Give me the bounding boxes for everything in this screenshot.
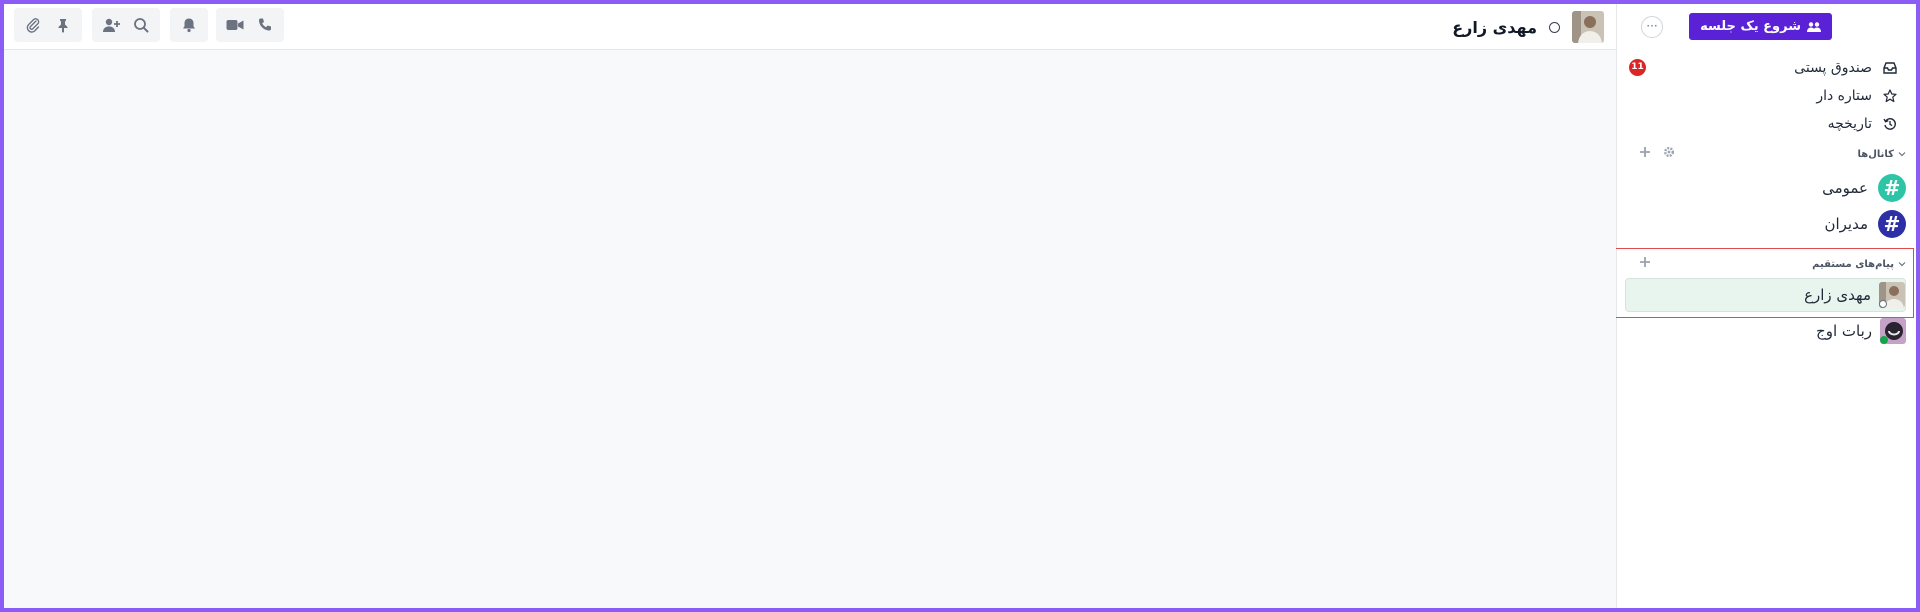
avatar xyxy=(1879,282,1905,308)
header-title-area: مهدی زارع xyxy=(1452,11,1604,43)
dm-item-mahdi[interactable]: مهدی زارع xyxy=(1625,278,1906,312)
header-tools-group-1 xyxy=(14,8,82,42)
dm-label: ربات اوج xyxy=(1816,322,1872,340)
sidebar-item-history[interactable]: تاریخچه xyxy=(1627,111,1906,137)
people-icon xyxy=(1807,21,1821,33)
pin-icon[interactable] xyxy=(50,12,76,38)
presence-online-icon xyxy=(1880,336,1888,344)
channel-item-admins[interactable]: # مدیران xyxy=(1627,208,1906,240)
dms-heading: پیام‌های مستقیم xyxy=(1812,258,1894,270)
phone-icon[interactable] xyxy=(252,12,278,38)
channel-item-general[interactable]: # عمومی xyxy=(1627,172,1906,204)
header-tools-group-4 xyxy=(216,8,284,42)
start-session-button[interactable]: شروع یک جلسه xyxy=(1689,13,1832,40)
hash-icon: # xyxy=(1878,174,1906,202)
video-call-icon[interactable] xyxy=(222,12,248,38)
header-tools-group-3 xyxy=(170,8,208,42)
page-title: مهدی زارع xyxy=(1452,17,1537,37)
unread-badge: 11 xyxy=(1629,59,1646,76)
chevron-down-icon xyxy=(1898,151,1906,157)
more-options-button[interactable]: ··· xyxy=(1641,16,1663,38)
app-window: مهدی زارع شروع یک جلسه ··· صندوق پستی 11 xyxy=(4,4,1916,608)
channel-label: عمومی xyxy=(1822,179,1868,197)
status-indicator xyxy=(1549,21,1560,33)
dm-item-bot[interactable]: ربات اوج xyxy=(1625,314,1906,348)
sidebar-top: شروع یک جلسه ··· xyxy=(1627,10,1902,40)
sidebar-item-label: صندوق پستی xyxy=(1794,60,1872,76)
search-icon[interactable] xyxy=(128,12,154,38)
add-dm-icon[interactable] xyxy=(1639,256,1651,268)
sidebar-item-inbox[interactable]: صندوق پستی 11 xyxy=(1627,55,1906,81)
message-area xyxy=(4,51,1616,608)
star-icon xyxy=(1882,88,1898,104)
channels-section-header[interactable]: کانال‌ها xyxy=(1627,144,1906,164)
hash-icon: # xyxy=(1878,210,1906,238)
add-user-icon[interactable] xyxy=(98,12,124,38)
presence-offline-icon xyxy=(1879,300,1887,308)
bell-icon[interactable] xyxy=(176,12,202,38)
sidebar-item-label: ستاره دار xyxy=(1816,88,1872,104)
channels-heading: کانال‌ها xyxy=(1857,148,1894,160)
attachment-icon[interactable] xyxy=(20,12,46,38)
sidebar-item-starred[interactable]: ستاره دار xyxy=(1627,83,1906,109)
channels-tools xyxy=(1639,146,1675,158)
dms-section-header[interactable]: پیام‌های مستقیم xyxy=(1627,254,1906,274)
gear-icon[interactable] xyxy=(1663,146,1675,158)
chevron-down-icon xyxy=(1898,261,1906,267)
dms-tools xyxy=(1639,256,1651,268)
dm-label: مهدی زارع xyxy=(1804,286,1871,304)
avatar xyxy=(1880,318,1906,344)
chat-header: مهدی زارع xyxy=(4,4,1616,50)
inbox-icon xyxy=(1882,60,1898,76)
sidebar-item-label: تاریخچه xyxy=(1827,116,1872,132)
history-icon xyxy=(1882,116,1898,132)
add-channel-icon[interactable] xyxy=(1639,146,1651,158)
avatar[interactable] xyxy=(1572,11,1604,43)
sidebar: شروع یک جلسه ··· صندوق پستی 11 ستاره دار xyxy=(1615,4,1916,608)
start-session-label: شروع یک جلسه xyxy=(1700,19,1801,34)
header-tools-group-2 xyxy=(92,8,160,42)
channel-label: مدیران xyxy=(1824,215,1868,233)
